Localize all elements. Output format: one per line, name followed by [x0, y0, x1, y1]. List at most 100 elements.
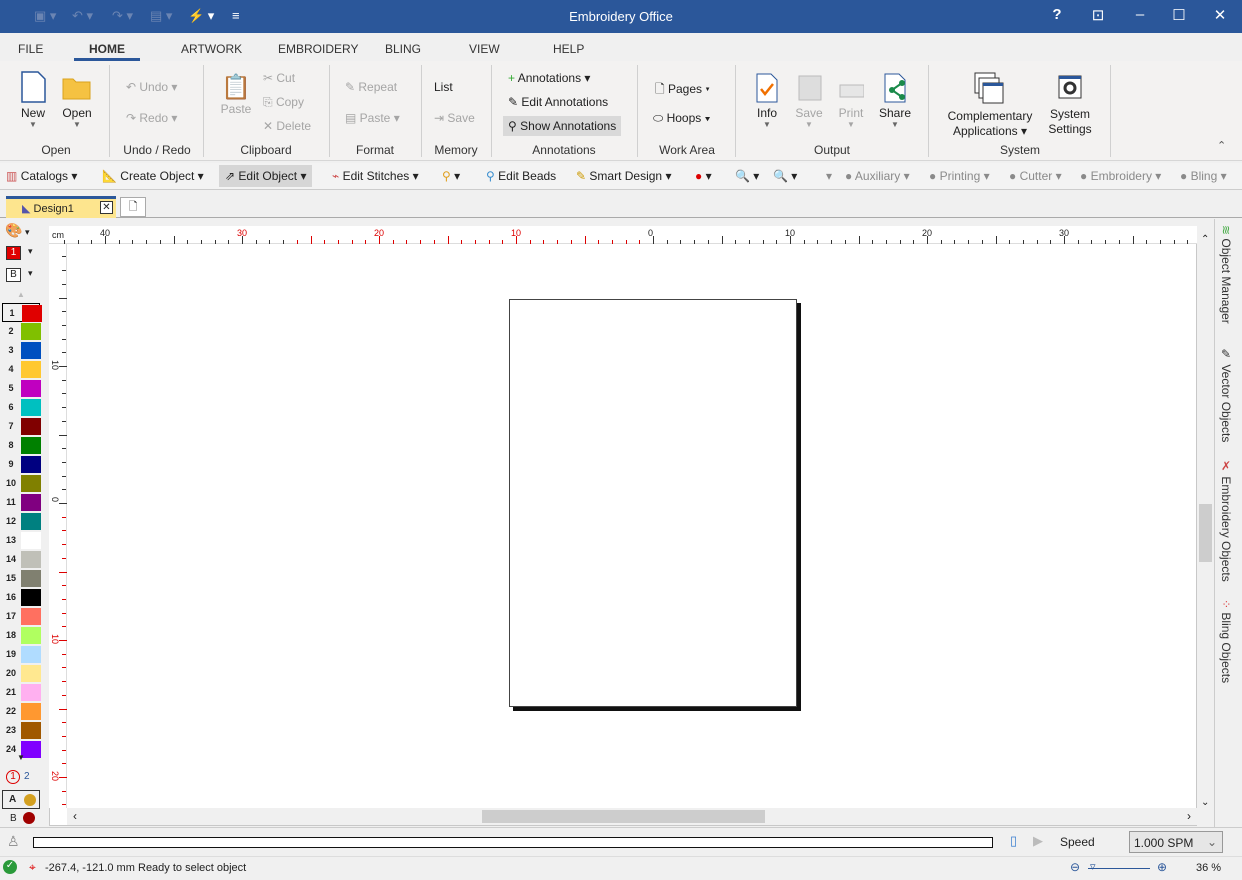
- pin-zoom-button[interactable]: ● ▾: [695, 169, 712, 183]
- color-swatch[interactable]: 16: [2, 588, 41, 607]
- color-swatch[interactable]: 4: [2, 360, 41, 379]
- tab-home[interactable]: HOME: [89, 42, 125, 56]
- tab-embroidery[interactable]: EMBROIDERY: [278, 42, 358, 56]
- edit-beads-button[interactable]: ⚲ Edit Beads: [486, 169, 556, 183]
- zoom-slider[interactable]: [1088, 868, 1150, 869]
- edit-object-button[interactable]: ⇗ Edit Object ▾: [219, 165, 313, 187]
- color-swatch[interactable]: 7: [2, 417, 41, 436]
- play-icon[interactable]: ▶: [1033, 833, 1043, 849]
- show-annotations-button[interactable]: ⚲ Show Annotations: [503, 116, 622, 136]
- scroll-up-icon[interactable]: ▲: [17, 290, 25, 299]
- embroidery-toggle[interactable]: ● Embroidery ▾: [1080, 169, 1161, 183]
- new-tab-button[interactable]: 🗋: [120, 197, 146, 217]
- repeat-button[interactable]: ✎ Repeat: [345, 80, 397, 94]
- color-dropdown-icon[interactable]: ▾: [28, 246, 33, 257]
- help-icon[interactable]: ?: [1042, 6, 1072, 23]
- zoom-height-button[interactable]: 🔍 ▾: [773, 169, 797, 183]
- delete-button[interactable]: ✕ Delete: [263, 119, 311, 133]
- page-1-indicator[interactable]: 1: [6, 770, 20, 784]
- restore-ribbon-icon[interactable]: ⊡: [1083, 6, 1113, 24]
- maximize-button[interactable]: ☐: [1164, 6, 1194, 24]
- stitch-progress-bar[interactable]: [33, 837, 993, 848]
- open-button[interactable]: Open ▼: [58, 71, 96, 129]
- color-swatch[interactable]: 3: [2, 341, 41, 360]
- horizontal-scrollbar[interactable]: ‹ ›: [67, 808, 1197, 825]
- object-manager-tab[interactable]: ≋ Object Manager: [1219, 225, 1233, 324]
- redo-button[interactable]: ↷ Redo ▾: [126, 111, 177, 125]
- close-tab-icon[interactable]: ✕: [100, 201, 113, 214]
- printing-toggle[interactable]: ● Printing ▾: [929, 169, 990, 183]
- color-swatch[interactable]: 10: [2, 474, 41, 493]
- bling-toggle[interactable]: ● Bling ▾: [1180, 169, 1227, 183]
- color-swatch[interactable]: 23: [2, 721, 41, 740]
- extra-dropdown[interactable]: ▾: [826, 169, 832, 183]
- info-button[interactable]: Info ▼: [750, 73, 784, 129]
- scroll-up-icon[interactable]: ⌃: [1201, 234, 1209, 245]
- color-swatch[interactable]: 11: [2, 493, 41, 512]
- scroll-right-icon[interactable]: ›: [1187, 809, 1191, 823]
- zoom-out-icon[interactable]: ⊖: [1070, 860, 1080, 874]
- color-swatch[interactable]: 15: [2, 569, 41, 588]
- edit-annotations-button[interactable]: ✎ Edit Annotations: [508, 95, 608, 109]
- collapse-ribbon-icon[interactable]: ⌃: [1217, 139, 1226, 152]
- color-swatch[interactable]: 20: [2, 664, 41, 683]
- scroll-down-icon[interactable]: ⌄: [1201, 797, 1209, 808]
- undo-button[interactable]: ↶ Undo ▾: [126, 80, 177, 94]
- color-swatch[interactable]: 12: [2, 512, 41, 531]
- mode-indicator[interactable]: B: [6, 268, 21, 282]
- minimize-button[interactable]: –: [1125, 6, 1155, 23]
- bling-tool-button[interactable]: ⚲ ▾: [442, 169, 460, 183]
- color-swatch[interactable]: 14: [2, 550, 41, 569]
- format-paste-button[interactable]: ▤ Paste ▾: [345, 111, 400, 125]
- mode-dropdown-icon[interactable]: ▾: [28, 268, 33, 279]
- complementary-applications-button[interactable]: Complementary Applications ▾: [944, 71, 1036, 139]
- vertical-scrollbar[interactable]: ⌃ ⌄: [1197, 226, 1214, 826]
- horizontal-scroll-thumb[interactable]: [482, 810, 765, 823]
- new-button[interactable]: New ▼: [14, 71, 52, 129]
- tab-bling[interactable]: BLING: [385, 42, 421, 56]
- copy-button[interactable]: ⎘ Copy: [263, 95, 304, 110]
- bling-objects-tab[interactable]: ⁘ Bling Objects: [1219, 599, 1233, 683]
- print-button[interactable]: Print ▼: [834, 73, 868, 129]
- tab-file[interactable]: FILE: [18, 42, 43, 56]
- color-swatch[interactable]: 19: [2, 645, 41, 664]
- edit-stitches-button[interactable]: ⌁ Edit Stitches ▾: [332, 169, 419, 183]
- tab-help[interactable]: HELP: [553, 42, 584, 56]
- memory-list-button[interactable]: List: [434, 80, 453, 94]
- smart-design-button[interactable]: ✎ Smart Design ▾: [576, 169, 671, 183]
- auxiliary-toggle[interactable]: ● Auxiliary ▾: [845, 169, 910, 183]
- page-2-indicator[interactable]: 2: [24, 771, 30, 782]
- color-swatch[interactable]: 9: [2, 455, 41, 474]
- color-swatch[interactable]: 17: [2, 607, 41, 626]
- zoom-page-button[interactable]: 🔍 ▾: [735, 169, 759, 183]
- pages-button[interactable]: 🗋 Pages ▾: [655, 80, 710, 101]
- zoom-in-icon[interactable]: ⊕: [1157, 860, 1167, 874]
- system-settings-button[interactable]: System Settings: [1044, 73, 1096, 137]
- color-swatch[interactable]: 18: [2, 626, 41, 645]
- catalogs-button[interactable]: ▥ Catalogs ▾: [6, 169, 77, 183]
- hoops-button[interactable]: ⬭ Hoops ▾: [653, 111, 710, 126]
- color-swatch[interactable]: 2: [2, 322, 41, 341]
- close-button[interactable]: ✕: [1205, 6, 1235, 24]
- tab-view[interactable]: VIEW: [469, 42, 500, 56]
- color-swatch[interactable]: 6: [2, 398, 41, 417]
- speed-slider-icon[interactable]: ▯: [1010, 833, 1017, 849]
- cut-button[interactable]: ✂ Cut: [263, 71, 295, 85]
- vector-objects-tab[interactable]: ✎ Vector Objects: [1219, 347, 1233, 442]
- document-tab-design1[interactable]: ◣ Design1 ✕: [6, 196, 116, 218]
- palette-icon[interactable]: 🎨 ▾: [5, 222, 29, 239]
- speed-select[interactable]: 1.000 SPM ⌄: [1129, 831, 1223, 853]
- color-swatch[interactable]: 21: [2, 683, 41, 702]
- scroll-down-icon[interactable]: ▼: [17, 753, 25, 762]
- embroidery-objects-tab[interactable]: ✗ Embroidery Objects: [1219, 459, 1233, 582]
- color-swatch[interactable]: 22: [2, 702, 41, 721]
- design-page[interactable]: [509, 299, 797, 707]
- current-color-indicator[interactable]: 1: [6, 246, 21, 260]
- color-swatch[interactable]: 5: [2, 379, 41, 398]
- create-object-button[interactable]: 📐 Create Object ▾: [102, 169, 204, 183]
- memory-save-button[interactable]: ⇥ Save: [434, 111, 475, 125]
- vertical-scroll-thumb[interactable]: [1199, 504, 1212, 562]
- output-save-button[interactable]: Save ▼: [792, 73, 826, 129]
- color-swatch[interactable]: 8: [2, 436, 41, 455]
- color-swatch[interactable]: 13: [2, 531, 41, 550]
